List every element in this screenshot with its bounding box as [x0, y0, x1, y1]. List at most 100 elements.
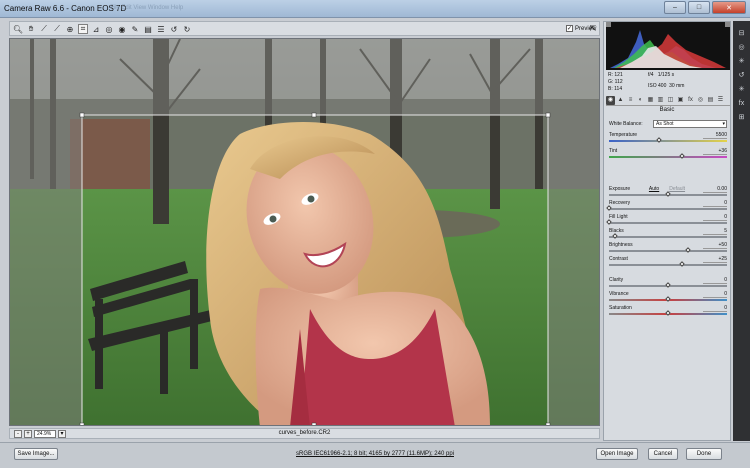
open-image-button[interactable]: Open Image	[596, 448, 638, 460]
grid-icon[interactable]: ⊞	[737, 113, 746, 122]
contrast-value-field[interactable]: +25	[703, 256, 727, 263]
graduated-filter-icon[interactable]: ▤	[143, 24, 153, 34]
tint-value-field[interactable]: +36	[703, 148, 727, 155]
targeted-adjustment-tool-icon[interactable]: ⊕	[65, 24, 75, 34]
saturation-value-field[interactable]: 0	[703, 305, 727, 312]
recovery-slider-row: Recovery 0	[606, 200, 727, 212]
tint-slider-track[interactable]	[609, 156, 727, 158]
fx-icon[interactable]: fx	[737, 99, 746, 108]
close-button[interactable]: ✕	[712, 1, 746, 14]
fx-tab-icon[interactable]: fx	[686, 96, 695, 105]
hsl-tab-icon[interactable]: ◐	[636, 96, 645, 105]
effects-tab-icon[interactable]: ◫	[666, 96, 675, 105]
file-name: curves_before.CR2	[278, 430, 331, 436]
vibrance-label: Vibrance	[609, 291, 629, 297]
fill-light-slider-track[interactable]	[609, 222, 727, 224]
panel-menu-icon[interactable]: ☰	[716, 96, 725, 105]
preview-checkbox[interactable]: ✓	[566, 25, 573, 32]
circle-icon[interactable]: ◎	[737, 43, 746, 52]
contrast-slider-track[interactable]	[609, 264, 727, 266]
done-button[interactable]: Done	[686, 448, 722, 460]
temperature-value-field[interactable]: 5500	[703, 132, 727, 139]
red-value: 121	[614, 72, 623, 78]
highlight-clipping-icon	[725, 22, 730, 27]
snapshots-tab-icon[interactable]: ▤	[706, 96, 715, 105]
tool-list: 🔍︎ ✋︎ ⟋ ⟋ ⊕ ⌗ ⊿ ◎ ◉ ✎ ▤ ☰ ↺ ↻	[13, 24, 192, 34]
recovery-value-field[interactable]: 0	[703, 200, 727, 207]
tool-bar: 🔍︎ ✋︎ ⟋ ⟋ ⊕ ⌗ ⊿ ◎ ◉ ✎ ▤ ☰ ↺ ↻ ✓ Preview ⇱	[9, 21, 600, 36]
histogram	[606, 22, 730, 70]
auto-link[interactable]: Auto	[649, 186, 659, 192]
rotate-ccw-icon[interactable]: ↺	[169, 24, 179, 34]
temperature-slider-track[interactable]	[609, 140, 727, 142]
white-balance-row: White Balance: As Shot ▾	[609, 120, 727, 128]
blacks-value-field[interactable]: 5	[703, 228, 727, 235]
brightness-value-field[interactable]: +50	[703, 242, 727, 249]
color-sampler-tool-icon[interactable]: ⟋	[52, 24, 62, 34]
presets-tab-icon[interactable]: ◎	[696, 96, 705, 105]
tone-curve-tab-icon[interactable]: ▲	[616, 96, 625, 105]
default-link[interactable]: Default	[669, 186, 685, 192]
tint-slider-row: Tint +36	[609, 148, 727, 160]
star-icon[interactable]: ✳	[737, 57, 746, 66]
blacks-slider-row: Blacks 5	[609, 228, 727, 240]
blacks-slider-track[interactable]	[609, 236, 727, 238]
minimize-button[interactable]: –	[664, 1, 686, 14]
white-balance-tool-icon[interactable]: ⟋	[39, 24, 49, 34]
photo-illustration	[10, 39, 599, 425]
saturation-slider-row: Saturation 0	[609, 305, 727, 317]
shutter-speed: 1/125 s	[657, 72, 675, 78]
footer-bar: Save Image... sRGB IEC61966-2.1; 8 bit; …	[0, 442, 750, 468]
image-preview[interactable]	[9, 38, 600, 426]
adjustment-brush-icon[interactable]: ✎	[130, 24, 140, 34]
preferences-icon[interactable]: ☰	[156, 24, 166, 34]
straighten-tool-icon[interactable]: ⊿	[91, 24, 101, 34]
fullscreen-icon[interactable]: ⇱	[588, 24, 598, 34]
contrast-label: Contrast	[609, 256, 628, 262]
zoom-tool-icon[interactable]: 🔍︎	[13, 24, 23, 34]
saturation-label: Saturation	[609, 305, 632, 311]
basic-tab-icon[interactable]: ◉	[606, 96, 615, 105]
focal-length: 30 mm	[669, 83, 685, 89]
red-eye-tool-icon[interactable]: ◉	[117, 24, 127, 34]
image-status-bar: - + 24.9% ▾ curves_before.CR2	[9, 428, 600, 439]
lens-tab-icon[interactable]: ▥	[656, 96, 665, 105]
rotate-cw-icon[interactable]: ↻	[182, 24, 192, 34]
detail-tab-icon[interactable]: ≡	[626, 96, 635, 105]
white-balance-select[interactable]: As Shot ▾	[653, 120, 727, 128]
tint-label: Tint	[609, 148, 618, 154]
white-balance-label: White Balance:	[609, 121, 643, 127]
window-title: Camera Raw 6.6 - Canon EOS 7D	[4, 4, 127, 13]
clarity-value-field[interactable]: 0	[703, 277, 727, 284]
aperture: f/4	[648, 72, 654, 78]
pixel-readout: R: 121 G: 112 B: 114 f/4 1/125 s ISO 400…	[608, 72, 728, 94]
sparkle-icon[interactable]: ✳	[737, 85, 746, 94]
ghost-menu-text: File Edit View Window Help	[110, 5, 184, 11]
chevron-down-icon: ▾	[722, 121, 725, 127]
fill-light-value-field[interactable]: 0	[703, 214, 727, 221]
blacks-label: Blacks	[609, 228, 624, 234]
title-bar: Camera Raw 6.6 - Canon EOS 7D File Edit …	[0, 0, 750, 18]
crop-tool-icon[interactable]: ⌗	[78, 24, 88, 34]
spot-removal-tool-icon[interactable]: ◎	[104, 24, 114, 34]
brightness-label: Brightness	[609, 242, 633, 248]
rgb-values: R: 121 G: 112 B: 114	[608, 72, 623, 92]
green-value: 112	[614, 79, 623, 85]
rotate-icon[interactable]: ↺	[737, 71, 746, 80]
iso: ISO 400	[648, 83, 667, 89]
hand-tool-icon[interactable]: ✋︎	[26, 24, 36, 34]
brightness-slider-track[interactable]	[609, 250, 727, 252]
split-toning-tab-icon[interactable]: ▦	[646, 96, 655, 105]
temperature-slider-row: Temperature 5500	[609, 132, 727, 144]
recovery-label: Recovery	[609, 200, 631, 206]
calibration-tab-icon[interactable]: ▣	[676, 96, 685, 105]
recovery-slider-track[interactable]	[609, 208, 727, 210]
layers-icon[interactable]: ⊟	[737, 29, 746, 38]
maximize-button[interactable]: □	[688, 1, 710, 14]
section-title: Basic	[659, 107, 675, 113]
cancel-button[interactable]: Cancel	[648, 448, 678, 460]
shadow-clipping-icon	[606, 22, 611, 27]
vibrance-value-field[interactable]: 0	[703, 291, 727, 298]
white-balance-value: As Shot	[656, 121, 674, 127]
fill-light-slider-row: Fill Light 0	[606, 214, 727, 226]
